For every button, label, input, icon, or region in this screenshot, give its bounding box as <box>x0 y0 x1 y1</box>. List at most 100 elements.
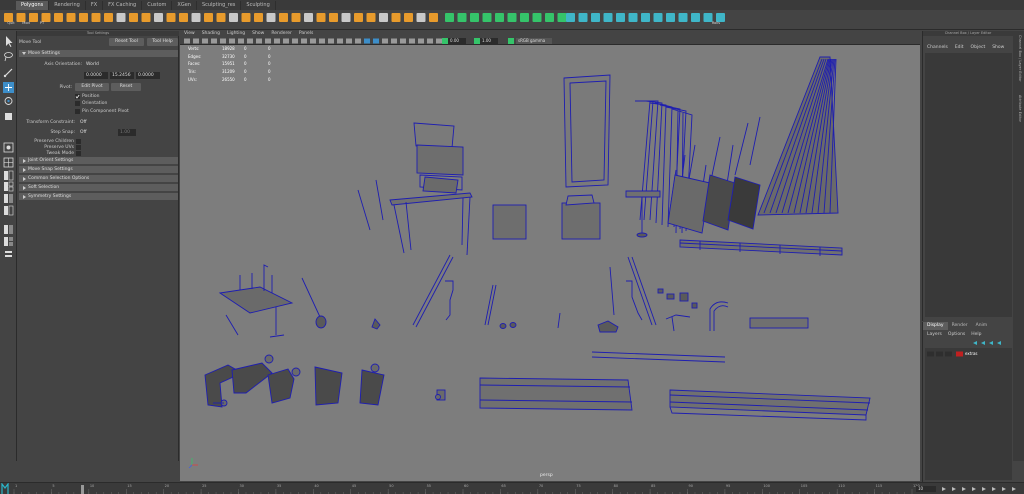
viewport-toolbar-icon[interactable] <box>328 38 334 44</box>
side-tab-channel-box[interactable]: Channel Box / Layer Editor <box>1015 35 1022 82</box>
shelf-deform-tool-icon[interactable] <box>616 13 625 22</box>
viewport-toolbar-icon[interactable] <box>391 38 397 44</box>
exposure-field[interactable]: 0.00 <box>448 38 466 44</box>
shelf-tab-xgen[interactable]: XGen <box>172 1 197 10</box>
time-slider[interactable]: 1 5 10 15 20 25 30 35 40 45 50 55 60 65 70 75 80 85 90 95 10… <box>0 482 1024 494</box>
layer-menu-options[interactable]: Options <box>948 332 965 337</box>
layer-playback-toggle[interactable] <box>936 351 943 357</box>
shelf-tab-polygons[interactable]: Polygons <box>16 1 50 10</box>
viewport-toolbar-icon[interactable] <box>256 38 262 44</box>
shelf-polygon-tool-icon[interactable] <box>404 13 413 22</box>
shelf-uv-tool-icon[interactable] <box>532 13 542 22</box>
viewport-toolbar-icon[interactable] <box>373 38 379 44</box>
shelf-polygon-tool-icon[interactable] <box>54 13 63 22</box>
shelf-uv-tool-icon[interactable] <box>457 13 467 22</box>
shelf-polygon-tool-icon[interactable] <box>179 13 188 22</box>
viewport-toolbar-icon[interactable] <box>292 38 298 44</box>
shelf-deform-tool-icon[interactable] <box>628 13 638 22</box>
move-layer-up-icon[interactable] <box>973 341 977 345</box>
color-management-icon[interactable] <box>508 38 514 44</box>
shelf-uv-tool-icon[interactable] <box>482 13 492 22</box>
viewport-toolbar-icon[interactable] <box>193 38 199 44</box>
shelf-deform-tool-icon[interactable] <box>603 13 613 22</box>
viewport-toolbar-icon[interactable] <box>229 38 235 44</box>
shelf-tab-sculpting-res[interactable]: Sculpting_res <box>197 1 242 10</box>
shelf-polygon-tool-icon[interactable] <box>166 13 176 22</box>
shelf-tab-fx-caching[interactable]: FX Caching <box>103 1 143 10</box>
position-z-field[interactable]: 0.0000 <box>136 72 160 79</box>
select-tool-icon[interactable] <box>6 36 13 47</box>
reset-tool-button[interactable]: Reset Tool <box>109 38 144 46</box>
position-checkbox[interactable] <box>75 94 80 99</box>
current-frame-field[interactable]: 10 <box>916 486 936 492</box>
viewport-toolbar-icon[interactable] <box>211 38 217 44</box>
shelf-deform-tool-icon[interactable] <box>591 13 600 22</box>
shelf-polygon-tool-icon[interactable] <box>241 13 251 22</box>
shelf-polygon-tool-icon[interactable] <box>154 13 163 22</box>
shelf-polygon-tool-icon[interactable] <box>66 13 76 22</box>
layer-tab-render[interactable]: Render <box>948 322 972 330</box>
new-layer-selected-icon[interactable] <box>997 341 1001 345</box>
shelf-polygon-tool-icon[interactable] <box>279 13 288 22</box>
layer-row[interactable]: extras <box>927 351 1010 357</box>
shelf-deform-tool-icon[interactable] <box>578 13 588 22</box>
shelf-polygon-tool-icon[interactable] <box>141 13 151 22</box>
shelf-uv-tool-icon[interactable] <box>557 13 567 22</box>
shelf-polygon-tool-icon[interactable] <box>379 13 388 22</box>
lasso-tool-icon[interactable] <box>4 52 13 62</box>
shelf-polygon-tool-icon[interactable] <box>391 13 401 22</box>
playback-controls[interactable] <box>942 487 1016 491</box>
shelf-deform-tool-icon[interactable] <box>691 13 700 22</box>
viewport-toolbar-icon[interactable] <box>436 38 442 44</box>
viewport-toolbar-icon[interactable] <box>283 38 289 44</box>
shelf-polygon-tool-icon[interactable] <box>341 13 351 22</box>
move-settings-header[interactable]: Move Settings <box>19 50 178 57</box>
paint-select-icon[interactable] <box>3 68 13 78</box>
viewport-toolbar-icon[interactable] <box>418 38 424 44</box>
shelf-polygon-tool-icon[interactable] <box>216 13 226 22</box>
shelf-tab-fx[interactable]: FX <box>86 1 104 10</box>
symmetry-settings-header[interactable]: Symmetry Settings <box>19 193 178 200</box>
move-snap-settings-header[interactable]: Move Snap Settings <box>19 166 178 173</box>
shelf-polygon-tool-icon[interactable] <box>291 13 301 22</box>
shelf-polygon-tool-icon[interactable] <box>304 13 313 22</box>
pin-component-pivot-checkbox[interactable] <box>75 109 80 114</box>
layout-four-icon[interactable] <box>3 157 14 168</box>
preserve-children-checkbox[interactable] <box>76 139 81 144</box>
viewport-toolbar-icon[interactable] <box>400 38 406 44</box>
viewport-toolbar-icon[interactable] <box>382 38 388 44</box>
layer-visibility-toggle[interactable] <box>927 351 934 357</box>
current-frame-marker[interactable] <box>81 485 84 494</box>
position-x-field[interactable]: 0.0000 <box>84 72 108 79</box>
orientation-checkbox[interactable] <box>75 101 80 106</box>
shelf-polygon-tool-icon[interactable] <box>79 13 88 22</box>
color-space-dropdown[interactable]: sRGB gamma <box>516 38 552 44</box>
layout-outliner-icon[interactable] <box>4 181 14 192</box>
shelf-polygon-tool-icon[interactable] <box>229 13 238 22</box>
move-tool-icon[interactable] <box>3 82 14 93</box>
viewport-toolbar-icon[interactable] <box>409 38 415 44</box>
edit-pivot-button[interactable]: Edit Pivot <box>75 83 109 91</box>
channel-box-menu-channels[interactable]: Channels <box>927 44 948 52</box>
shelf-polygon-tool-icon[interactable] <box>254 13 263 22</box>
transform-constraint-dropdown[interactable]: Off <box>78 119 116 126</box>
viewport-toolbar-icon[interactable] <box>238 38 244 44</box>
axis-orientation-dropdown[interactable]: World <box>84 61 158 68</box>
viewport-toolbar-icon[interactable] <box>247 38 253 44</box>
shelf-tab-rendering[interactable]: Rendering <box>49 1 86 10</box>
viewport-toolbar-icon[interactable] <box>355 38 361 44</box>
layout-split-icon[interactable] <box>4 170 14 181</box>
channel-box-content[interactable] <box>925 53 1012 317</box>
shelf-tab-custom[interactable]: Custom <box>142 1 173 10</box>
viewport-toolbar-icon[interactable] <box>301 38 307 44</box>
shelf-polygon-tool-icon[interactable] <box>354 13 363 22</box>
new-empty-layer-icon[interactable] <box>989 341 993 345</box>
shelf-uv-tool-icon[interactable] <box>470 13 479 22</box>
position-y-field[interactable]: 15.2456 <box>110 72 134 79</box>
channel-box-menu-edit[interactable]: Edit <box>955 44 964 52</box>
shelf-polygon-tool-icon[interactable] <box>266 13 276 22</box>
step-snap-amount-field[interactable]: 1.00 <box>118 129 136 136</box>
layer-menu-layers[interactable]: Layers <box>927 332 942 337</box>
shelf-polygon-tool-icon[interactable] <box>366 13 376 22</box>
shelf-polygon-tool-icon[interactable] <box>204 13 213 22</box>
